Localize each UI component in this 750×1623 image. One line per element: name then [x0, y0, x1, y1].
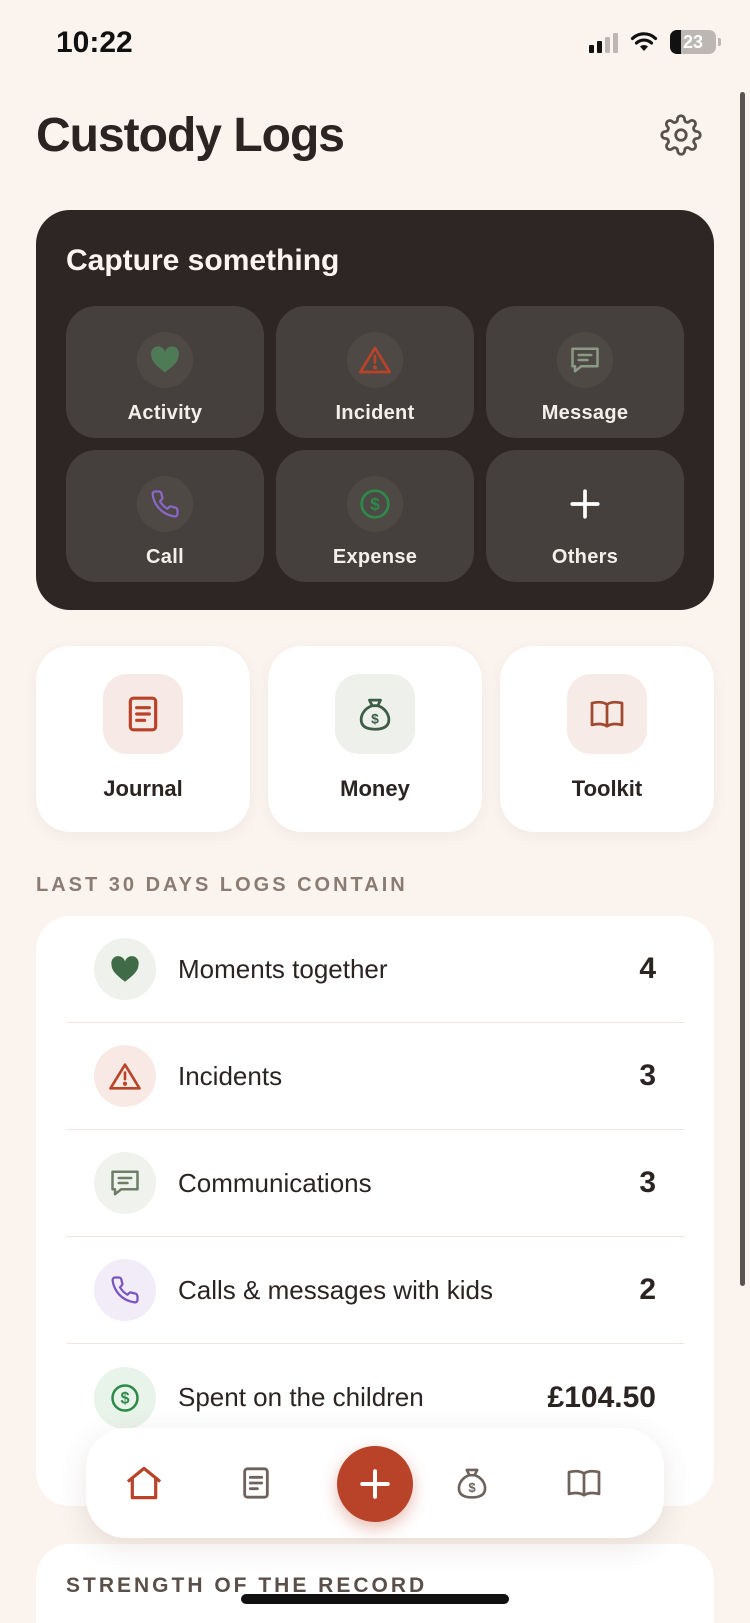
wifi-icon — [630, 32, 658, 51]
capture-others-label: Others — [551, 546, 619, 568]
nav-toolkit-button[interactable] — [556, 1455, 612, 1511]
money-bag-icon: $ — [457, 1468, 487, 1499]
capture-call-label: Call — [146, 546, 184, 568]
warning-icon — [359, 346, 391, 374]
svg-text:$: $ — [120, 1389, 129, 1407]
heart-icon — [111, 955, 139, 982]
add-log-button[interactable] — [337, 1446, 413, 1522]
gear-icon — [660, 114, 702, 156]
summary-row-communications[interactable]: Communications 3 — [66, 1130, 684, 1237]
nav-money-button[interactable]: $ — [444, 1455, 500, 1511]
message-icon — [111, 1170, 139, 1196]
journal-label: Journal — [103, 776, 183, 801]
status-time: 10:22 — [56, 26, 133, 59]
journal-tile[interactable]: Journal — [36, 646, 250, 832]
plus-icon — [570, 489, 600, 519]
summary-row-label: Spent on the children — [178, 1382, 424, 1412]
dollar-circle-icon: $ — [360, 489, 390, 519]
capture-message-button[interactable]: Message — [486, 306, 684, 438]
toolkit-label: Toolkit — [571, 776, 643, 801]
summary-row-value: 2 — [639, 1273, 656, 1306]
money-label: Money — [340, 776, 410, 801]
dollar-circle-icon: $ — [111, 1383, 139, 1412]
capture-others-button[interactable]: Others — [486, 450, 684, 582]
money-bag-icon: $ — [359, 698, 391, 731]
summary-section-label: LAST 30 DAYS LOGS CONTAIN — [36, 874, 408, 896]
summary-card: Moments together 4 Incidents 3 Communica… — [36, 916, 714, 1506]
plus-icon — [360, 1469, 390, 1499]
status-bar: 10:22 23 — [0, 0, 750, 90]
message-icon — [571, 347, 599, 373]
summary-row-value: 4 — [639, 952, 656, 985]
book-icon — [590, 700, 624, 728]
capture-expense-label: Expense — [332, 546, 418, 568]
settings-button[interactable] — [658, 112, 704, 158]
capture-call-button[interactable]: Call — [66, 450, 264, 582]
capture-incident-label: Incident — [335, 402, 415, 424]
summary-row-value: 3 — [639, 1166, 656, 1199]
money-tile[interactable]: $ Money — [268, 646, 482, 832]
quick-nav: Journal $ Money Toolkit — [36, 646, 714, 832]
summary-row-calls[interactable]: Calls & messages with kids 2 — [66, 1237, 684, 1344]
page-title: Custody Logs — [36, 109, 345, 162]
capture-incident-button[interactable]: Incident — [276, 306, 474, 438]
phone-icon — [111, 1276, 139, 1304]
signal-icon — [589, 31, 618, 53]
nav-home-button[interactable] — [116, 1455, 172, 1511]
capture-grid: Activity Incident Message Call $ Expense — [66, 306, 684, 582]
nav-journal-button[interactable] — [228, 1455, 284, 1511]
summary-row-label: Moments together — [178, 953, 388, 984]
bottom-nav: $ — [86, 1428, 664, 1538]
summary-row-moments[interactable]: Moments together 4 — [66, 916, 684, 1023]
toolkit-tile[interactable]: Toolkit — [500, 646, 714, 832]
svg-text:$: $ — [371, 711, 379, 727]
strength-card: STRENGTH OF THE RECORD — [36, 1544, 714, 1623]
scrollbar[interactable] — [740, 92, 745, 1286]
capture-activity-button[interactable]: Activity — [66, 306, 264, 438]
heart-icon — [151, 346, 179, 373]
summary-row-label: Calls & messages with kids — [178, 1274, 493, 1305]
home-indicator[interactable] — [241, 1594, 509, 1604]
capture-activity-label: Activity — [127, 402, 203, 424]
warning-icon — [109, 1062, 141, 1090]
summary-row-label: Incidents — [178, 1060, 283, 1091]
document-icon — [243, 1467, 269, 1499]
capture-expense-button[interactable]: $ Expense — [276, 450, 474, 582]
capture-card: Capture something Activity Incident Mess… — [36, 210, 714, 610]
svg-text:$: $ — [468, 1480, 476, 1495]
capture-title: Capture something — [66, 244, 340, 277]
home-icon — [126, 1466, 162, 1500]
phone-icon — [151, 490, 179, 518]
battery-icon: 23 — [670, 30, 721, 54]
svg-text:$: $ — [370, 494, 380, 514]
document-icon — [128, 696, 158, 732]
summary-row-label: Communications — [178, 1167, 372, 1198]
battery-level: 23 — [682, 32, 704, 52]
book-icon — [567, 1469, 601, 1497]
summary-row-value: £104.50 — [547, 1380, 656, 1414]
summary-row-incidents[interactable]: Incidents 3 — [66, 1023, 684, 1130]
summary-row-value: 3 — [639, 1059, 656, 1092]
status-icons: 23 — [589, 30, 721, 54]
capture-message-label: Message — [541, 402, 629, 424]
